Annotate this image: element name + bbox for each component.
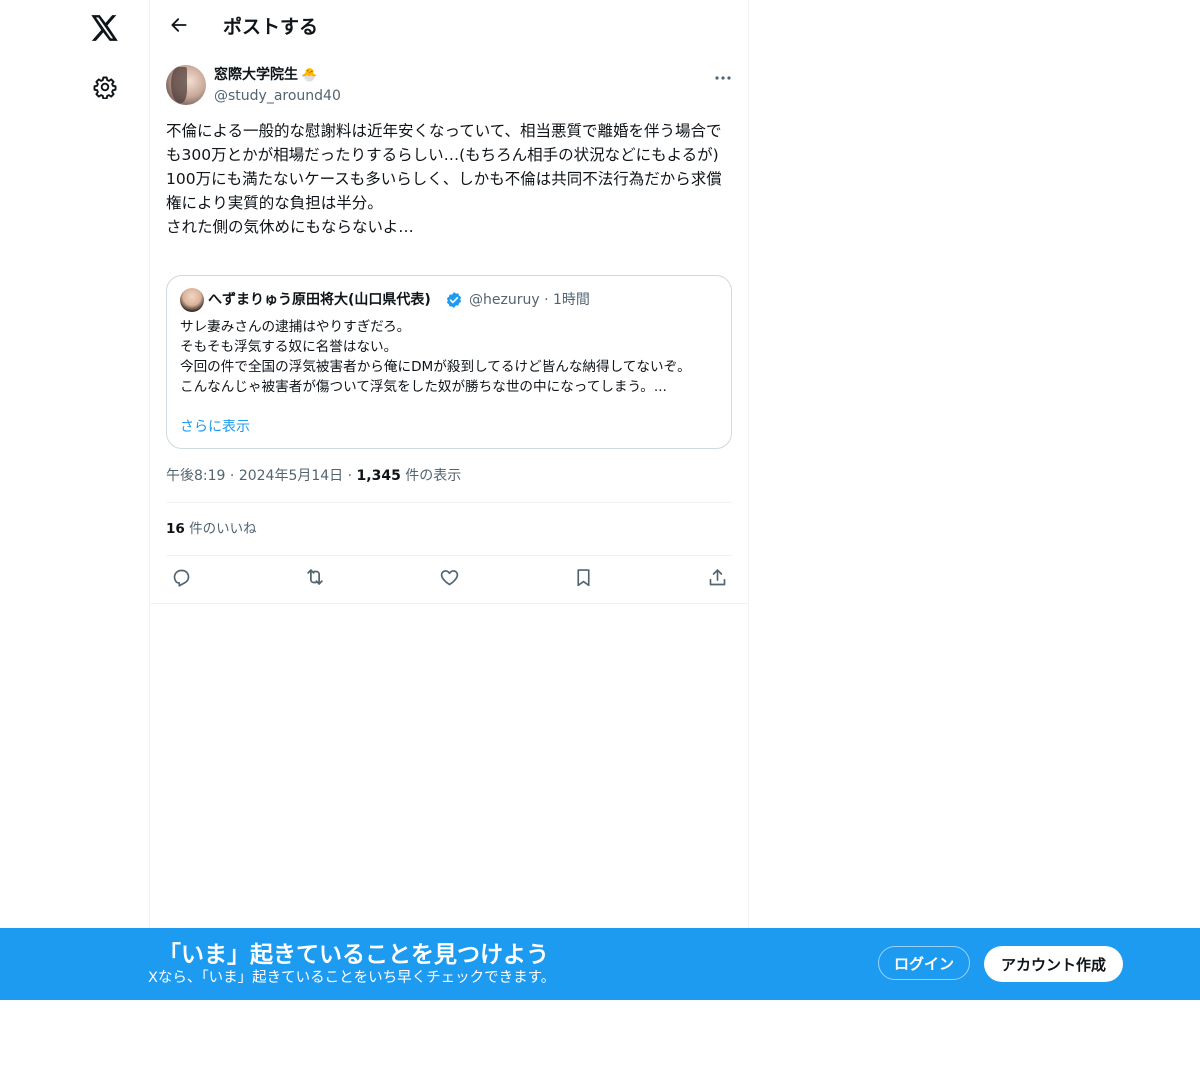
banner-title: 「いま」起きていることを見つけよう bbox=[158, 942, 549, 968]
post-meta: 午後8:19 · 2024年5月14日 · 1,345 件の表示 bbox=[166, 468, 462, 484]
like-button[interactable] bbox=[434, 564, 464, 594]
likes-label: 件のいいね bbox=[189, 521, 257, 537]
reply-icon bbox=[171, 567, 192, 592]
post-date[interactable]: 2024年5月14日 bbox=[239, 468, 343, 484]
x-logo-icon[interactable] bbox=[85, 8, 125, 48]
main-column: ポストする 窓際大学院生 🐣 @study_around40 不倫による一般的な慰… bbox=[149, 0, 749, 928]
action-bar bbox=[166, 564, 732, 594]
post-text: 不倫による一般的な慰謝料は近年安くなっていて、相当悪質で離婚を伴う場合でも300… bbox=[166, 122, 722, 236]
arrow-left-icon bbox=[169, 15, 189, 39]
bookmark-icon bbox=[573, 567, 594, 592]
likes-count: 16 bbox=[166, 521, 185, 537]
login-button[interactable]: ログイン bbox=[878, 946, 970, 980]
views-label: 件の表示 bbox=[405, 468, 462, 484]
likes-summary[interactable]: 16 件のいいね bbox=[166, 519, 257, 539]
verified-badge-icon bbox=[445, 291, 463, 309]
reply-button[interactable] bbox=[166, 564, 196, 594]
share-icon bbox=[707, 567, 728, 592]
views-count: 1,345 bbox=[356, 468, 401, 484]
quoted-post[interactable]: へずまりゅう原田将大(山口県代表) @hezuruy · 1時間 サレ妻みさんの… bbox=[166, 275, 732, 449]
divider bbox=[150, 603, 748, 604]
create-account-button[interactable]: アカウント作成 bbox=[984, 946, 1123, 982]
banner-subtitle: Xなら、「いま」起きていることをいち早くチェックできます。 bbox=[148, 970, 556, 986]
page-header: ポストする bbox=[150, 0, 748, 54]
chick-emoji: 🐣 bbox=[301, 68, 318, 83]
author-display-name[interactable]: 窓際大学院生 🐣 bbox=[214, 66, 317, 85]
repost-button[interactable] bbox=[300, 564, 330, 594]
gear-icon[interactable] bbox=[85, 67, 125, 107]
more-button[interactable] bbox=[710, 64, 736, 86]
quote-time: 1時間 bbox=[552, 292, 590, 308]
post-time[interactable]: 午後8:19 bbox=[166, 468, 225, 484]
divider bbox=[166, 555, 732, 556]
more-horizontal-icon bbox=[714, 66, 732, 85]
author-handle[interactable]: @study_around40 bbox=[214, 87, 341, 105]
page-title: ポストする bbox=[223, 16, 319, 38]
bookmark-button[interactable] bbox=[568, 564, 598, 594]
left-nav bbox=[0, 0, 150, 1072]
share-button[interactable] bbox=[702, 564, 732, 594]
quote-text: サレ妻みさんの逮捕はやりすぎだろ。 そもそも浮気する奴に名誉はない。 今回の件で… bbox=[180, 319, 691, 395]
quote-author-avatar bbox=[180, 288, 204, 312]
quote-author-handle: @hezuruy bbox=[469, 292, 540, 308]
divider bbox=[166, 502, 732, 503]
quote-author-display-name: へずまりゅう原田将大(山口県代表) bbox=[208, 292, 431, 308]
repost-icon bbox=[304, 566, 326, 592]
quote-meta: @hezuruy · 1時間 bbox=[469, 292, 590, 308]
author-avatar[interactable] bbox=[166, 65, 206, 105]
back-button[interactable] bbox=[162, 10, 196, 44]
heart-icon bbox=[439, 567, 460, 592]
show-more-link[interactable]: さらに表示 bbox=[180, 417, 250, 437]
